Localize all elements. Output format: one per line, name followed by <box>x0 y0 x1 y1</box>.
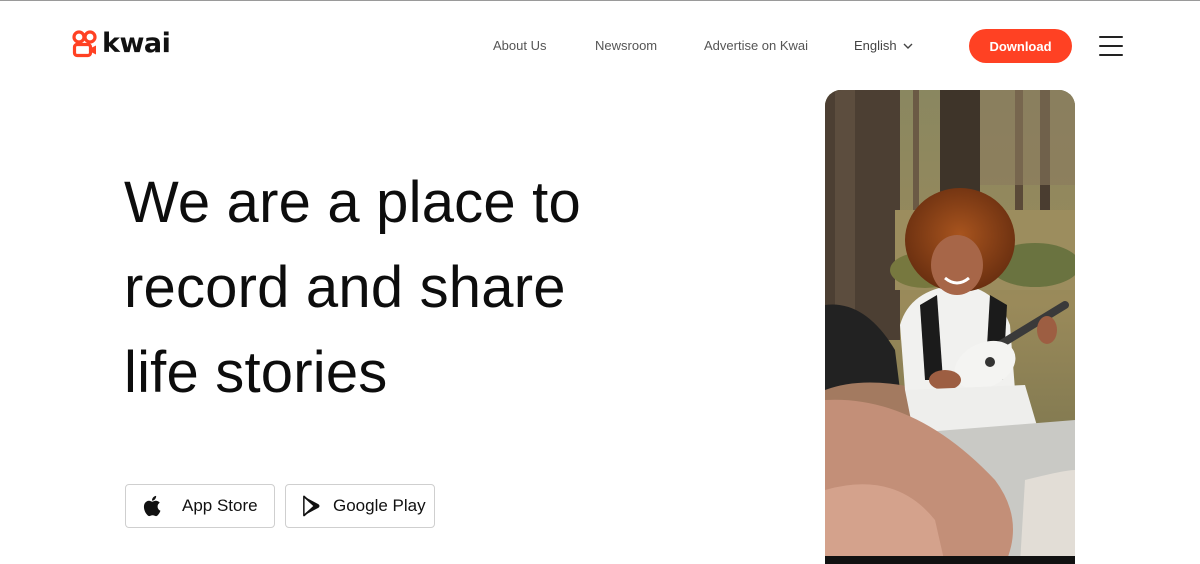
language-label: English <box>854 38 897 53</box>
kwai-logo[interactable]: kwai <box>72 28 171 59</box>
site-header: kwai About Us Newsroom Advertise on Kwai… <box>0 1 1200 89</box>
kwai-logo-icon <box>72 30 98 58</box>
nav-advertise[interactable]: Advertise on Kwai <box>704 38 808 53</box>
google-play-label: Google Play <box>333 496 426 515</box>
google-play-button[interactable]: Google Play <box>285 484 435 528</box>
brand-name: kwai <box>102 28 171 59</box>
hero-photo-frame <box>825 90 1075 564</box>
google-play-icon <box>303 495 320 517</box>
app-store-button[interactable]: App Store <box>125 484 275 528</box>
nav-about-us[interactable]: About Us <box>493 38 546 53</box>
apple-icon <box>143 495 161 517</box>
download-button[interactable]: Download <box>969 29 1072 63</box>
hamburger-menu-icon[interactable] <box>1099 36 1123 56</box>
girl-playing-ukulele-photo <box>825 90 1075 564</box>
app-store-label: App Store <box>182 496 258 515</box>
hero-title-line: We are a place to <box>124 170 581 235</box>
hero-title-line: life stories <box>124 340 388 405</box>
nav-newsroom[interactable]: Newsroom <box>595 38 657 53</box>
language-selector[interactable]: English <box>854 38 913 53</box>
hero-title-line: record and share <box>124 255 566 320</box>
chevron-down-icon <box>903 43 913 49</box>
hero-title: We are a place to record and share life … <box>124 160 724 415</box>
